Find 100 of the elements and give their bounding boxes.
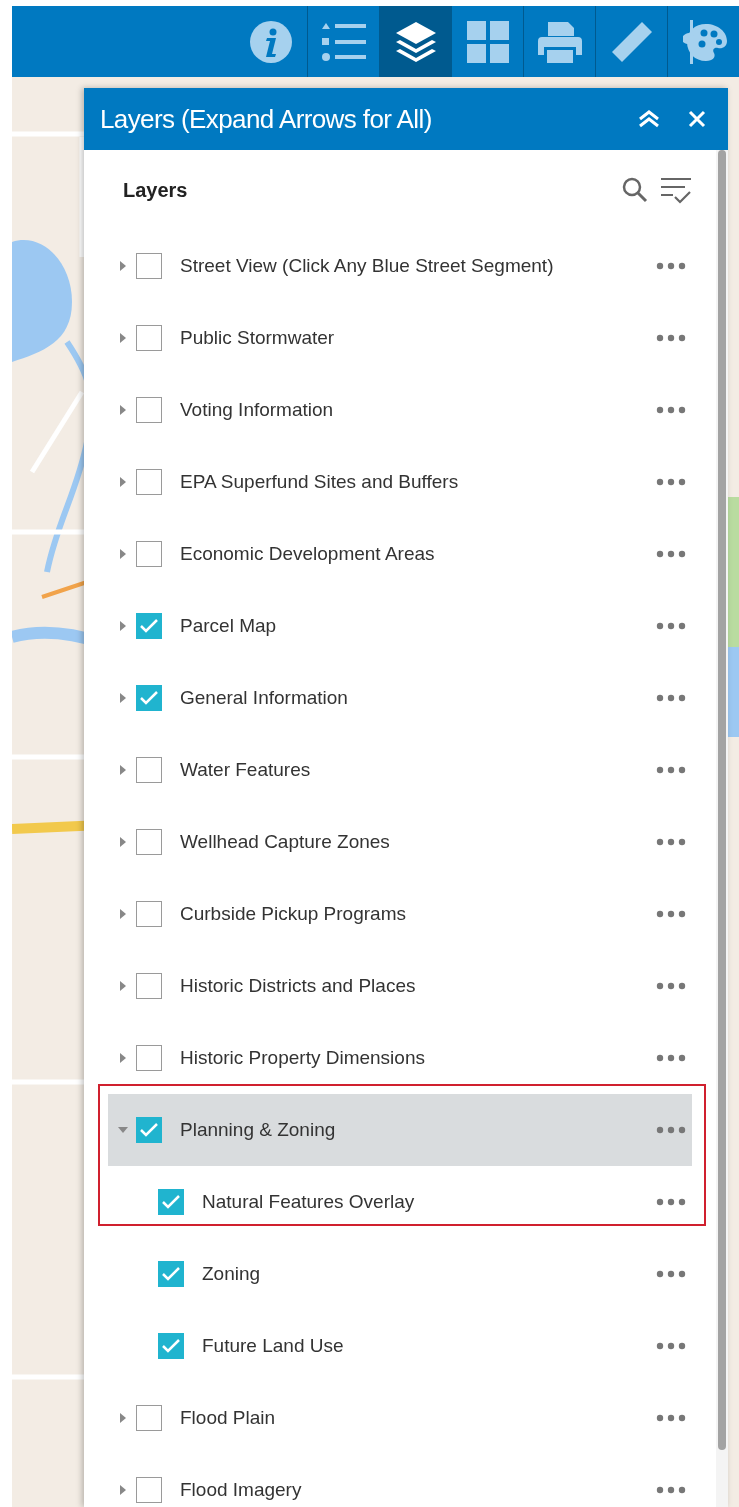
more-button[interactable] (656, 1486, 686, 1494)
checkbox[interactable] (136, 829, 162, 855)
caret-right-icon[interactable] (118, 404, 128, 416)
more-button[interactable] (656, 910, 686, 918)
more-button[interactable] (656, 1054, 686, 1062)
caret-right-icon[interactable] (118, 836, 128, 848)
more-button[interactable] (656, 694, 686, 702)
more-button[interactable] (656, 262, 686, 270)
caret-right-icon[interactable] (118, 1052, 128, 1064)
more-button[interactable] (656, 766, 686, 774)
layer-label: Natural Features Overlay (202, 1191, 416, 1213)
layers-button[interactable] (379, 6, 451, 77)
checkbox[interactable] (136, 1045, 162, 1071)
more-button[interactable] (656, 550, 686, 558)
checkbox[interactable] (136, 973, 162, 999)
printer-icon (537, 19, 582, 64)
search-button[interactable] (622, 177, 648, 203)
more-icon (656, 478, 686, 486)
checkbox[interactable] (136, 757, 162, 783)
layer-label: Flood Imagery (180, 1479, 303, 1501)
layer-row[interactable]: Natural Features Overlay (108, 1166, 692, 1238)
scrollbar-thumb[interactable] (718, 150, 726, 1450)
filter-button[interactable] (660, 176, 692, 204)
more-button[interactable] (656, 406, 686, 414)
more-icon (656, 406, 686, 414)
layer-label: Historic Districts and Places (180, 975, 417, 997)
more-button[interactable] (656, 622, 686, 630)
checkbox[interactable] (136, 469, 162, 495)
check-icon (162, 1267, 180, 1281)
more-icon (656, 1054, 686, 1062)
check-icon (140, 691, 158, 705)
layer-row[interactable]: Wellhead Capture Zones (108, 806, 692, 878)
checkbox[interactable] (136, 613, 162, 639)
caret-right-icon[interactable] (118, 260, 128, 272)
layer-row[interactable]: Historic Property Dimensions (108, 1022, 692, 1094)
layer-row[interactable]: Public Stormwater (108, 302, 692, 374)
more-button[interactable] (656, 1342, 686, 1350)
layer-row[interactable]: Historic Districts and Places (108, 950, 692, 1022)
layer-row[interactable]: Future Land Use (108, 1310, 692, 1382)
check-icon (140, 619, 158, 633)
checkbox[interactable] (136, 253, 162, 279)
more-icon (656, 1270, 686, 1278)
layer-label: Wellhead Capture Zones (180, 831, 391, 853)
layer-row[interactable]: Flood Imagery (108, 1454, 692, 1507)
more-button[interactable] (656, 334, 686, 342)
grid-icon (466, 20, 509, 63)
layer-label: General Information (180, 687, 349, 709)
layer-row[interactable]: Economic Development Areas (108, 518, 692, 590)
more-icon (656, 982, 686, 990)
caret-right-icon[interactable] (118, 620, 128, 632)
checkbox[interactable] (158, 1333, 184, 1359)
checkbox[interactable] (158, 1261, 184, 1287)
more-button[interactable] (656, 1270, 686, 1278)
more-button[interactable] (656, 982, 686, 990)
checkbox[interactable] (136, 1117, 162, 1143)
layer-row[interactable]: Planning & Zoning (108, 1094, 692, 1166)
layer-label: Street View (Click Any Blue Street Segment) (180, 255, 555, 277)
more-icon (656, 1414, 686, 1422)
layer-row[interactable]: Zoning (108, 1238, 692, 1310)
layer-row[interactable]: Street View (Click Any Blue Street Segment) (108, 230, 692, 302)
layer-row[interactable]: General Information (108, 662, 692, 734)
layer-label: Economic Development Areas (180, 543, 436, 565)
layer-label: Planning & Zoning (180, 1119, 337, 1141)
layer-row[interactable]: Parcel Map (108, 590, 692, 662)
layer-label: Public Stormwater (180, 327, 336, 349)
checkbox[interactable] (136, 901, 162, 927)
caret-right-icon[interactable] (118, 1484, 128, 1496)
layer-row[interactable]: Curbside Pickup Programs (108, 878, 692, 950)
checkbox[interactable] (136, 325, 162, 351)
more-icon (656, 1126, 686, 1134)
caret-right-icon[interactable] (118, 476, 128, 488)
checkbox[interactable] (136, 541, 162, 567)
caret-right-icon[interactable] (118, 332, 128, 344)
more-button[interactable] (656, 1198, 686, 1206)
more-button[interactable] (656, 1414, 686, 1422)
layer-row[interactable]: Water Features (108, 734, 692, 806)
layer-label: Zoning (202, 1263, 262, 1285)
caret-right-icon[interactable] (118, 548, 128, 560)
layer-row[interactable]: Flood Plain (108, 1382, 692, 1454)
layer-label: Parcel Map (180, 615, 278, 637)
check-icon (162, 1339, 180, 1353)
check-icon (140, 1123, 158, 1137)
layer-row[interactable]: Voting Information (108, 374, 692, 446)
more-button[interactable] (656, 478, 686, 486)
more-icon (656, 766, 686, 774)
checkbox[interactable] (136, 685, 162, 711)
more-icon (656, 622, 686, 630)
caret-right-icon[interactable] (118, 764, 128, 776)
caret-right-icon[interactable] (118, 692, 128, 704)
caret-right-icon[interactable] (118, 908, 128, 920)
checkbox[interactable] (136, 1477, 162, 1503)
more-button[interactable] (656, 838, 686, 846)
layer-row[interactable]: EPA Superfund Sites and Buffers (108, 446, 692, 518)
checkbox[interactable] (136, 1405, 162, 1431)
caret-right-icon[interactable] (118, 980, 128, 992)
caret-right-icon[interactable] (118, 1412, 128, 1424)
layer-label: EPA Superfund Sites and Buffers (180, 471, 460, 493)
checkbox[interactable] (136, 397, 162, 423)
checkbox[interactable] (158, 1189, 184, 1215)
more-button[interactable] (656, 1126, 686, 1134)
